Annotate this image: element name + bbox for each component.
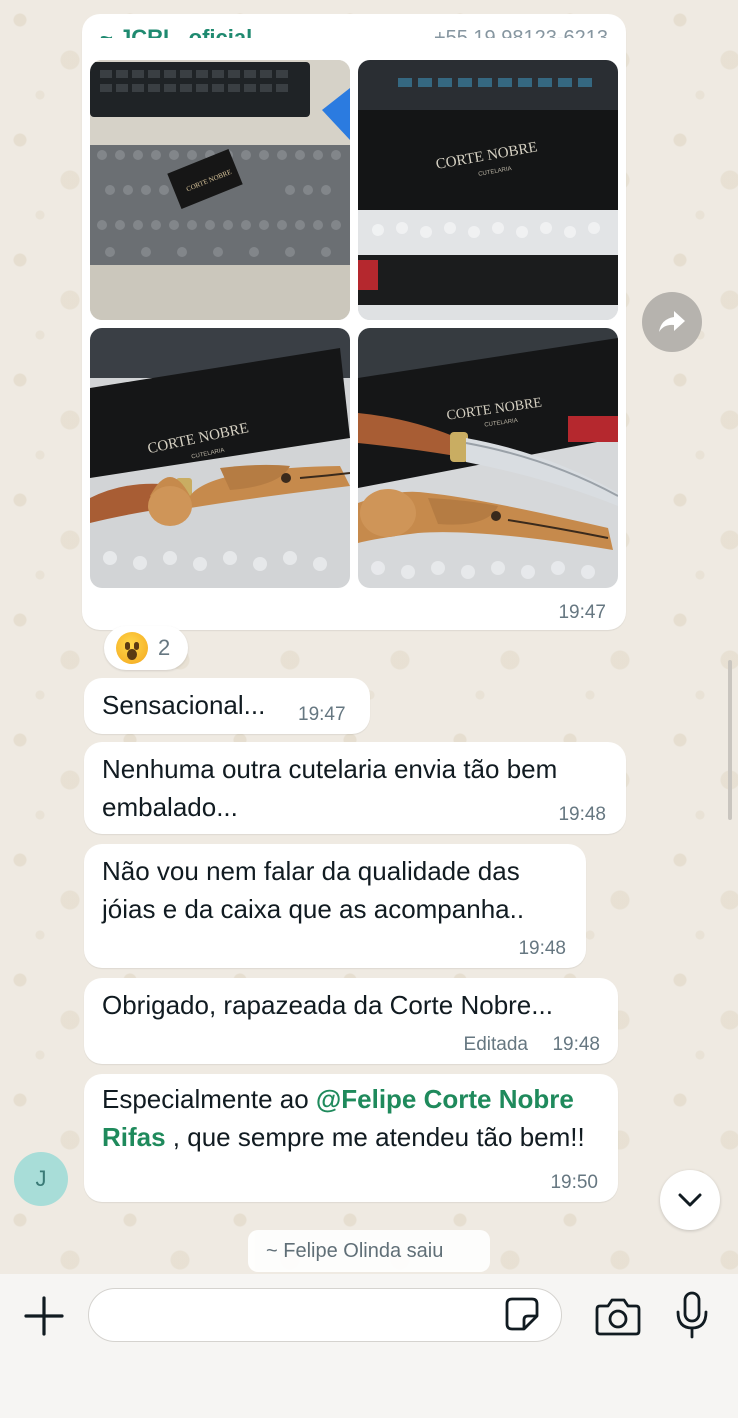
system-notice: ~ Felipe Olinda saiu — [248, 1230, 490, 1272]
message-bubble[interactable]: Nenhuma outra cutelaria envia tão bem em… — [84, 742, 626, 834]
message-text-before: Especialmente ao — [102, 1084, 316, 1114]
scrollbar[interactable] — [728, 660, 732, 820]
message-time: 19:48 — [518, 938, 566, 959]
message-bubble[interactable]: Obrigado, rapazeada da Corte Nobre... Ed… — [84, 978, 618, 1064]
scroll-to-bottom-button[interactable] — [660, 1170, 720, 1230]
forward-button[interactable] — [642, 292, 702, 352]
message-time: 19:50 — [550, 1172, 598, 1193]
message-bubble[interactable]: Sensacional... 19:47 — [84, 678, 370, 734]
message-time: 19:48 — [558, 804, 606, 825]
sender-phone: +55 19 98123-6213 — [433, 27, 608, 38]
message-edited-label: Editada — [463, 1034, 528, 1055]
photo-4[interactable]: CORTE NOBRE CUTELARIA — [358, 328, 618, 588]
photo-3[interactable]: CORTE NOBRE CUTELARIA — [90, 328, 350, 588]
forward-arrow-icon — [659, 311, 685, 332]
message-text: Especialmente ao @Felipe Corte Nobre Rif… — [102, 1080, 612, 1156]
photo-2[interactable]: CORTE NOBRE CUTELARIA — [358, 60, 618, 320]
message-text: Nenhuma outra cutelaria envia tão bem em… — [102, 754, 558, 822]
message-text-after: , que sempre me atendeu tão bem!! — [165, 1122, 585, 1152]
photo-1[interactable]: CORTE NOBRE — [90, 60, 350, 320]
avatar[interactable]: J — [14, 1152, 68, 1206]
sticker-icon[interactable] — [504, 1296, 540, 1332]
reaction-count: 2 — [158, 635, 171, 660]
microphone-icon[interactable] — [672, 1290, 712, 1340]
message-bubble[interactable]: Não vou nem falar da qualidade das jóias… — [84, 844, 586, 968]
message-text: Obrigado, rapazeada da Corte Nobre... — [102, 990, 553, 1020]
media-message-bubble[interactable]: ~ JCRL_oficial +55 19 98123-6213 CORTE N… — [82, 14, 626, 630]
plus-icon[interactable] — [22, 1294, 66, 1338]
chevron-down-icon — [678, 1193, 702, 1207]
message-input[interactable] — [107, 1299, 491, 1333]
surprised-face-icon — [116, 632, 148, 664]
message-text: Sensacional... — [102, 690, 266, 720]
message-time: 19:48 — [552, 1034, 600, 1055]
reaction-badge[interactable]: 2 — [104, 626, 188, 670]
message-bubble[interactable]: Especialmente ao @Felipe Corte Nobre Rif… — [84, 1074, 618, 1202]
message-text: Não vou nem falar da qualidade das jóias… — [102, 856, 525, 924]
media-message-time: 19:47 — [558, 602, 606, 623]
camera-icon[interactable] — [594, 1294, 642, 1338]
message-time: 19:47 — [298, 704, 346, 725]
system-notice-text: ~ Felipe Olinda saiu — [266, 1240, 444, 1262]
message-input-box[interactable] — [88, 1288, 562, 1342]
sender-name[interactable]: ~ JCRL_oficial — [100, 22, 252, 38]
